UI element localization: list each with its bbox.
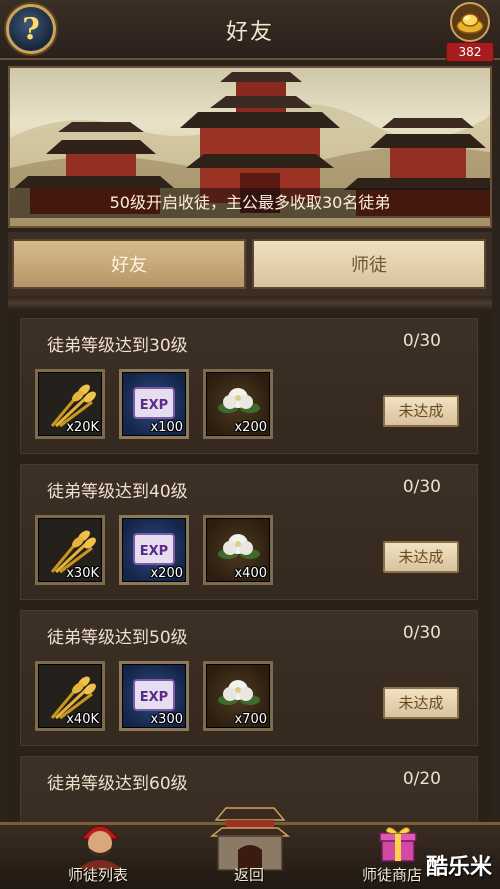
reward-progress: 0/20 [402, 769, 441, 789]
svg-text:EXP: EXP [140, 690, 168, 705]
nav-mentor-shop-label: 师徒商店 [362, 866, 423, 884]
watermark: 酷乐米 [425, 855, 492, 880]
reward-item[interactable]: EXP x100 [119, 369, 189, 439]
reward-title: 徒弟等级达到60级 [47, 774, 188, 794]
item-quantity: x20K [66, 420, 99, 435]
item-quantity: x100 [150, 420, 183, 435]
reward-list[interactable]: 徒弟等级达到30级 0/30 x20K EXP x100 x200 未达成 徒弟… [8, 310, 492, 822]
item-quantity: x30K [66, 566, 99, 581]
reward-progress: 0/30 [402, 331, 441, 351]
tab-friends[interactable]: 好友 [12, 239, 246, 289]
gold-count-badge: 382 [446, 42, 494, 62]
reward-item[interactable]: x700 [203, 661, 273, 731]
nav-mentor-list[interactable]: 师徒列表 [56, 817, 146, 889]
reward-card: 徒弟等级达到50级 0/30 x40K EXP x300 x700 未达成 [20, 610, 478, 746]
reward-title: 徒弟等级达到30级 [47, 336, 188, 356]
top-header: ? 好友 382 [0, 0, 500, 62]
item-quantity: x200 [150, 566, 183, 581]
gold-ingot-icon [450, 2, 490, 42]
gift-box-icon [379, 827, 417, 862]
item-quantity: x700 [234, 712, 267, 727]
item-quantity: x300 [150, 712, 183, 727]
reward-item[interactable]: x20K [35, 369, 105, 439]
reward-title: 徒弟等级达到40级 [47, 482, 188, 502]
return-label: 返回 [234, 866, 265, 884]
tab-mentorship[interactable]: 师徒 [252, 239, 486, 289]
claim-status-button[interactable]: 未达成 [383, 687, 459, 719]
banner-caption: 50级开启收徒，主公最多收取30名徒弟 [10, 188, 490, 218]
banner: 50级开启收徒，主公最多收取30名徒弟 [8, 66, 492, 228]
item-quantity: x40K [66, 712, 99, 727]
svg-text:EXP: EXP [140, 544, 168, 559]
tab-bar: 好友 师徒 [8, 232, 492, 296]
item-quantity: x400 [234, 566, 267, 581]
reward-item[interactable]: EXP x300 [119, 661, 189, 731]
reward-card: 徒弟等级达到30级 0/30 x20K EXP x100 x200 未达成 [20, 318, 478, 454]
reward-item[interactable]: x200 [203, 369, 273, 439]
nav-mentor-list-label: 师徒列表 [68, 866, 129, 884]
gold-currency[interactable]: 382 [446, 2, 494, 64]
reward-progress: 0/30 [402, 623, 441, 643]
reward-item[interactable]: x30K [35, 515, 105, 585]
reward-item[interactable]: x40K [35, 661, 105, 731]
reward-card: 徒弟等级达到40级 0/30 x30K EXP x200 x400 未达成 [20, 464, 478, 600]
reward-title: 徒弟等级达到50级 [47, 628, 188, 648]
svg-text:EXP: EXP [140, 398, 168, 413]
claim-status-button[interactable]: 未达成 [383, 395, 459, 427]
page-title: 好友 [225, 20, 274, 45]
section-divider [8, 296, 492, 310]
reward-item[interactable]: x400 [203, 515, 273, 585]
return-button[interactable]: 返回 [210, 802, 290, 889]
item-quantity: x200 [234, 420, 267, 435]
general-avatar-icon [78, 825, 122, 869]
reward-item[interactable]: EXP x200 [119, 515, 189, 585]
claim-status-button[interactable]: 未达成 [383, 541, 459, 573]
reward-progress: 0/30 [402, 477, 441, 497]
city-gate-icon [210, 807, 290, 871]
